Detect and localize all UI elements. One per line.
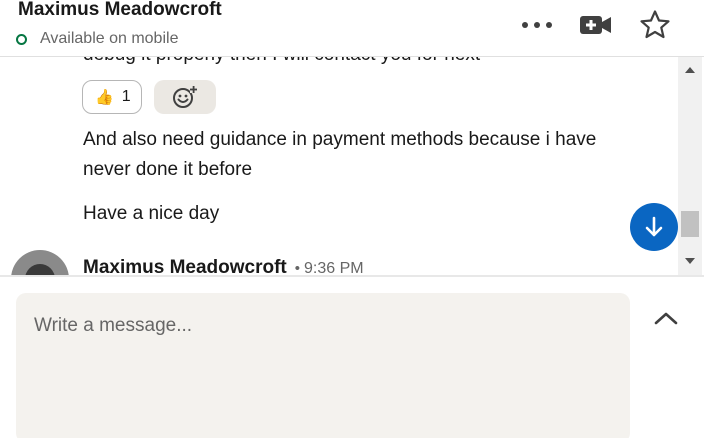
presence-status-text: Available on mobile <box>40 30 179 47</box>
sender-name[interactable]: Maximus Meadowcroft <box>83 257 287 275</box>
message-text: And also need guidance in payment method… <box>83 129 597 180</box>
add-reaction-button[interactable] <box>153 80 216 114</box>
scrollbar-thumb[interactable] <box>681 211 699 237</box>
video-call-icon <box>580 16 611 34</box>
sender-separator: • <box>294 260 301 275</box>
thumbs-up-icon: 👍 <box>95 89 114 106</box>
video-call-button[interactable] <box>579 8 613 42</box>
scroll-down-arrow-icon[interactable] <box>685 258 695 264</box>
avatar-photo <box>25 264 55 275</box>
conversation-header: Maximus Meadowcroft Available on mobile <box>0 0 704 57</box>
arrow-down-icon <box>645 216 663 237</box>
header-actions <box>495 8 672 42</box>
scroll-to-bottom-button[interactable] <box>630 203 678 251</box>
star-icon <box>640 10 670 39</box>
star-button[interactable] <box>638 8 672 42</box>
message-text-partial: debug it properly then I will contact yo… <box>83 57 480 66</box>
message-list[interactable]: debug it properly then I will contact yo… <box>0 57 678 275</box>
contact-name[interactable]: Maximus Meadowcroft <box>18 0 222 21</box>
thumbs-up-reaction[interactable]: 👍 1 <box>82 80 142 114</box>
more-options-button[interactable] <box>520 8 554 42</box>
reaction-count: 1 <box>121 88 131 105</box>
message-sender-header: Maximus Meadowcroft • 9:36 PM <box>83 257 364 275</box>
scroll-up-arrow-icon[interactable] <box>685 67 695 73</box>
message-text: Have a nice day <box>83 203 220 224</box>
message-compose-box[interactable] <box>16 293 630 438</box>
expand-compose-button[interactable] <box>648 300 684 336</box>
chevron-up-icon <box>654 312 678 325</box>
presence-indicator-icon <box>16 33 27 45</box>
message-input[interactable] <box>16 293 630 438</box>
presence-status: Available on mobile <box>16 30 178 48</box>
message-reactions: 👍 1 <box>82 80 216 114</box>
avatar[interactable] <box>11 250 69 275</box>
add-reaction-icon <box>172 86 197 108</box>
message-scrollbar[interactable] <box>678 57 702 275</box>
compose-divider <box>0 275 704 277</box>
message-timestamp: 9:36 PM <box>304 260 364 275</box>
more-options-icon <box>522 22 552 28</box>
